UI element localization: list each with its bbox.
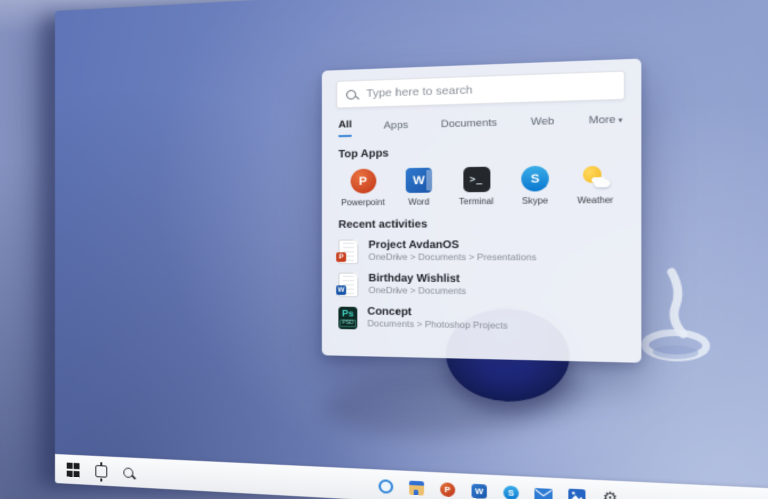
skype-icon: S — [503, 485, 518, 499]
skype-taskbar-button[interactable]: S — [502, 483, 521, 499]
recent-item-path: OneDrive > Documents — [368, 286, 466, 298]
word-icon: W — [471, 483, 486, 498]
powerpoint-badge-icon: P — [336, 252, 346, 262]
recent-item-path: OneDrive > Documents > Presentations — [368, 253, 536, 265]
search-tabs: All Apps Documents Web More▾ — [338, 111, 622, 137]
mail-icon — [535, 487, 553, 499]
app-label: Powerpoint — [341, 197, 385, 207]
word-icon: W — [406, 168, 432, 193]
app-label: Word — [408, 197, 429, 207]
cortana-icon — [378, 479, 393, 494]
tab-more-label: More — [589, 114, 616, 127]
wallpaper-water-splash — [634, 267, 718, 367]
photoshop-ps-label: Ps — [342, 309, 354, 318]
tab-web[interactable]: Web — [531, 115, 554, 132]
weather-icon — [581, 165, 609, 191]
search-box[interactable] — [336, 70, 625, 108]
recent-item-title: Project AvdanOS — [368, 239, 536, 253]
cortana-button[interactable] — [376, 477, 394, 495]
tab-apps[interactable]: Apps — [384, 119, 409, 136]
powerpoint-icon: P — [440, 482, 455, 497]
word-taskbar-button[interactable]: W — [470, 481, 489, 499]
word-badge-icon: W — [336, 285, 346, 295]
tab-more[interactable]: More▾ — [589, 114, 623, 132]
app-terminal[interactable]: >_ Terminal — [449, 166, 503, 206]
powerpoint-document-icon: P — [338, 240, 358, 265]
taskbar-left-group — [55, 462, 134, 479]
photos-button[interactable] — [567, 486, 587, 499]
taskbar-search-button[interactable] — [123, 467, 133, 478]
photoshop-psd-label: PSD — [340, 319, 356, 327]
top-apps-row: P Powerpoint W Word >_ Terminal S Skype … — [337, 164, 623, 207]
search-input[interactable] — [364, 78, 614, 102]
search-panel: All Apps Documents Web More▾ Top Apps P … — [322, 59, 641, 363]
start-button[interactable] — [67, 463, 80, 477]
app-weather[interactable]: Weather — [567, 164, 624, 205]
tab-all[interactable]: All — [338, 119, 351, 137]
recent-activities-title: Recent activities — [338, 218, 622, 231]
app-skype[interactable]: S Skype — [508, 165, 563, 206]
app-label: Weather — [577, 195, 613, 205]
app-label: Terminal — [459, 196, 494, 206]
recent-item-birthday-wishlist[interactable]: W Birthday Wishlist OneDrive > Documents — [338, 273, 622, 301]
powerpoint-icon: P — [350, 169, 376, 194]
chevron-down-icon: ▾ — [618, 117, 622, 125]
top-apps-title: Top Apps — [338, 143, 622, 161]
word-document-icon: W — [338, 273, 358, 298]
recent-item-path: Documents > Photoshop Projects — [367, 319, 507, 333]
app-powerpoint[interactable]: P Powerpoint — [337, 168, 388, 207]
photoshop-file-icon: Ps PSD — [338, 307, 357, 330]
taskbar: P W S ⚙ — [55, 454, 768, 499]
app-label: Skype — [522, 196, 548, 206]
taskbar-pinned-group: P W S ⚙ — [376, 477, 620, 499]
task-view-button[interactable] — [96, 465, 108, 478]
recent-item-project-avdanos[interactable]: P Project AvdanOS OneDrive > Documents >… — [338, 239, 622, 265]
recent-item-concept[interactable]: Ps PSD Concept Documents > Photoshop Pro… — [338, 306, 622, 335]
terminal-icon: >_ — [463, 167, 490, 193]
settings-button[interactable]: ⚙ — [600, 488, 620, 499]
skype-icon: S — [521, 166, 549, 192]
search-icon — [346, 89, 356, 99]
photos-icon — [568, 489, 585, 499]
store-button[interactable] — [407, 478, 425, 496]
app-word[interactable]: W Word — [393, 167, 446, 207]
gear-icon: ⚙ — [602, 489, 618, 499]
store-icon — [409, 480, 424, 495]
recent-item-title: Birthday Wishlist — [368, 273, 466, 287]
tab-documents[interactable]: Documents — [441, 117, 497, 135]
mail-button[interactable] — [534, 485, 553, 499]
monitor-screen: All Apps Documents Web More▾ Top Apps P … — [55, 0, 768, 499]
powerpoint-taskbar-button[interactable]: P — [438, 480, 457, 498]
